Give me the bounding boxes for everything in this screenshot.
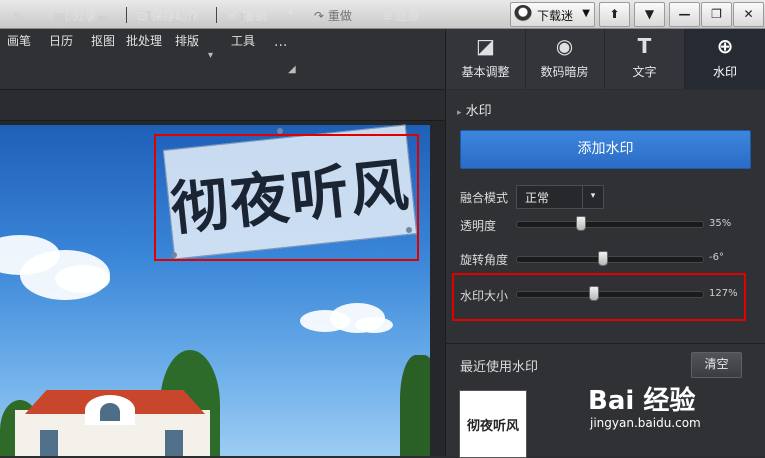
share-label: 分享 <box>72 9 97 23</box>
house-window <box>100 403 120 421</box>
divider <box>126 7 127 23</box>
minimize-button[interactable]: — <box>669 2 700 27</box>
highlight-box-size <box>452 273 746 321</box>
tool-label: 工具 <box>230 34 255 48</box>
share-icon: ⟨ <box>64 9 69 23</box>
tab-text[interactable]: T 文字 <box>605 29 685 89</box>
avatar <box>514 5 532 23</box>
tab-basic-adjust[interactable]: ◪ 基本调整 <box>446 29 526 89</box>
baidu-logo: Bai 经验 <box>588 386 696 416</box>
recent-watermarks-title: 最近使用水印 <box>460 360 539 375</box>
panel-title-text: 水印 <box>465 104 492 119</box>
clear-button[interactable]: 清空 <box>691 352 742 378</box>
opacity-slider-thumb[interactable] <box>576 216 587 231</box>
tab-watermark[interactable]: ⊕ 水印 <box>685 29 765 89</box>
action-bar <box>0 90 445 121</box>
brush-icon: ✎ <box>12 9 26 28</box>
blend-mode-select[interactable]: 正常 ▾ <box>516 185 604 209</box>
expand-corner-icon[interactable]: ◢ <box>288 64 296 75</box>
add-watermark-button[interactable]: 添加水印 <box>460 130 751 169</box>
divider <box>446 343 765 344</box>
collapse-icon: ▸ <box>457 108 462 118</box>
panel-title: ▸ 水印 <box>457 100 492 119</box>
blend-mode-label: 融合模式 <box>460 191 509 205</box>
cloud <box>355 317 393 333</box>
save-action-label: 保存动作 <box>150 9 199 23</box>
restore-button[interactable]: ❐ <box>701 2 732 27</box>
undo-dropdown-icon[interactable]: ▾ <box>288 8 293 19</box>
redo-button[interactable]: ↷ 重做 <box>314 7 352 24</box>
username: 下载迷 <box>537 9 574 23</box>
recent-watermark-thumbnail[interactable]: 彻夜听风 <box>459 390 527 458</box>
chevron-down-icon: ▾ <box>582 186 603 208</box>
tool-label: 批处理 <box>125 34 162 48</box>
chevron-down-icon: ▼ <box>582 8 590 19</box>
menu-button[interactable]: ▼ <box>634 2 665 27</box>
text-icon: T <box>637 34 652 58</box>
opacity-slider-track[interactable] <box>516 221 704 228</box>
save-action-icon: ⊡ <box>137 9 148 23</box>
share-button[interactable]: ⟨ 分享 <box>64 7 97 24</box>
undo-label: 撤销 <box>242 9 267 23</box>
redo-icon: ↷ <box>314 9 325 23</box>
tree <box>400 355 430 456</box>
undo-icon: ↶ <box>229 9 240 23</box>
opacity-value: 35% <box>709 218 732 229</box>
restore-label: 还原 <box>395 9 420 23</box>
tab-label: 水印 <box>712 65 737 79</box>
opacity-label: 透明度 <box>460 219 497 233</box>
save-action-button[interactable]: ⊡ 保存动作 <box>137 7 199 24</box>
tool-label: 日历 <box>48 34 73 48</box>
divider <box>216 7 217 23</box>
layout-dropdown-icon[interactable]: ▾ <box>208 50 213 61</box>
highlight-box-watermark <box>154 134 419 261</box>
adjust-icon: ◪ <box>476 34 495 58</box>
tab-label: 数码暗房 <box>540 65 589 79</box>
baidu-url: jingyan.baidu.com <box>590 416 701 430</box>
watermark-icon: ⊕ <box>716 34 734 58</box>
user-account-menu[interactable]: 下载迷 ▼ <box>510 2 595 27</box>
thumbnail-text: 彻夜听风 <box>466 418 519 434</box>
camera-icon: ◉ <box>555 34 574 58</box>
tool-brush[interactable]: ✎ 画笔 <box>2 8 36 56</box>
rotation-slider-track[interactable] <box>516 256 704 263</box>
restore-icon: ≡ <box>382 9 393 23</box>
restore-button[interactable]: ≡ 还原 <box>382 7 420 24</box>
tool-label: 抠图 <box>90 34 115 48</box>
house-window <box>165 430 183 456</box>
tab-label: 基本调整 <box>461 65 510 79</box>
more-tools-icon[interactable]: ··· <box>274 38 287 54</box>
blend-mode-value: 正常 <box>525 191 550 205</box>
rotation-label: 旋转角度 <box>460 253 509 267</box>
cloud <box>55 265 110 293</box>
undo-button[interactable]: ↶ 撤销 <box>229 7 267 24</box>
rotation-value: -6° <box>709 252 724 263</box>
redo-label: 重做 <box>327 9 352 23</box>
tool-label: 排版 <box>174 34 199 48</box>
close-button[interactable]: ✕ <box>733 2 764 27</box>
tab-darkroom[interactable]: ◉ 数码暗房 <box>525 29 605 89</box>
tab-label: 文字 <box>632 65 657 79</box>
tool-label: 画笔 <box>6 34 31 48</box>
rotation-slider-thumb[interactable] <box>598 251 609 266</box>
skin-button[interactable]: ⬆ <box>599 2 630 27</box>
house-window <box>40 430 58 456</box>
